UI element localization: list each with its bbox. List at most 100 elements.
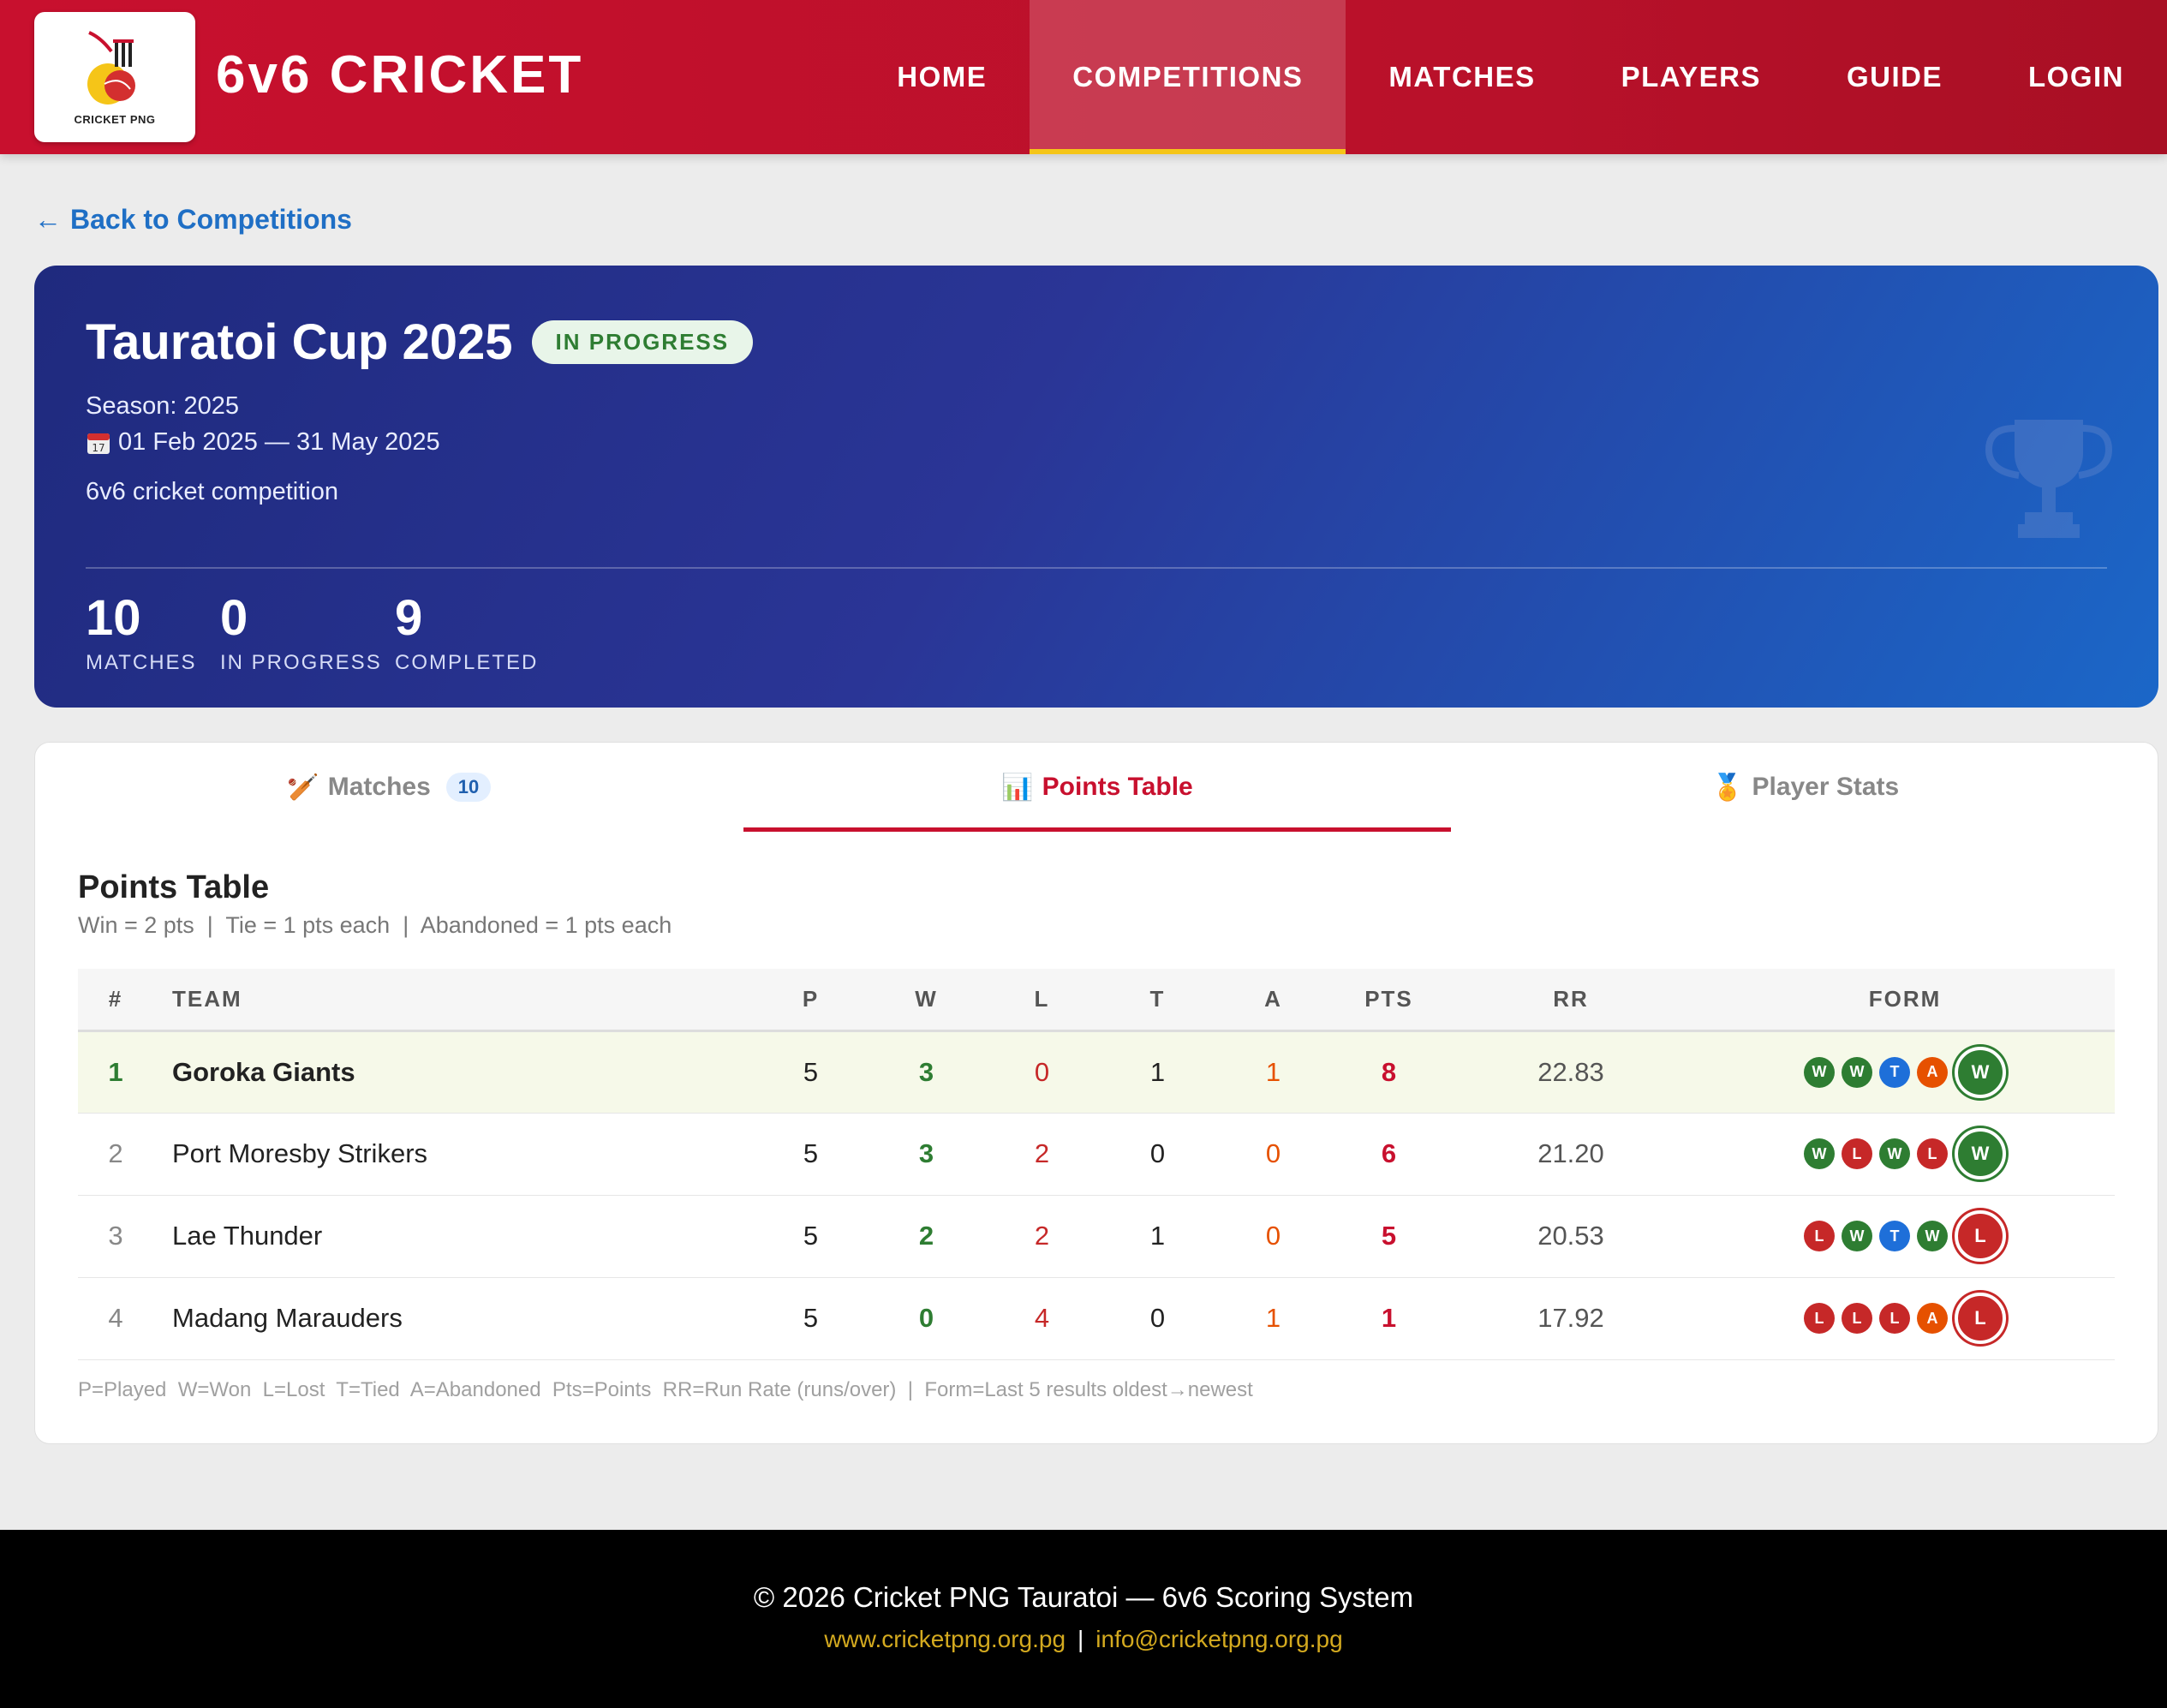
hero-title-row: Tauratoi Cup 2025 IN PROGRESS: [86, 314, 754, 371]
team-rank: 3: [78, 1195, 153, 1278]
result-badge: W: [1842, 1221, 1872, 1251]
points-cell: 5: [1331, 1195, 1447, 1278]
nav-players[interactable]: PLAYERS: [1579, 0, 1804, 154]
nav-guide[interactable]: GUIDE: [1804, 0, 1985, 154]
col-won: W: [869, 969, 984, 1032]
cricket-png-logo[interactable]: CRICKET PNG: [34, 12, 195, 142]
website-link[interactable]: www.cricketpng.org.pg: [824, 1626, 1066, 1652]
stat-label: COMPLETED: [395, 650, 539, 674]
nav-matches[interactable]: MATCHES: [1346, 0, 1578, 154]
tab-matches[interactable]: 🏏 Matches 10: [35, 743, 743, 832]
team-rank: 1: [78, 1030, 153, 1114]
col-abandoned: A: [1215, 969, 1331, 1032]
stat-value: 10: [86, 590, 141, 646]
tab-label: Points Table: [1042, 773, 1193, 801]
footer-separator: |: [1078, 1626, 1084, 1652]
competition-dates-text: 01 Feb 2025 — 31 May 2025: [118, 428, 440, 456]
team-rank: 4: [78, 1277, 153, 1360]
latest-result-badge: L: [1955, 1210, 2006, 1262]
lost-cell: 0: [984, 1030, 1100, 1114]
result-badge: T: [1879, 1056, 1910, 1088]
competition-detail-card: 🏏 Matches 10 📊 Points Table 🏅 Player Sta…: [34, 742, 2158, 1444]
abandoned-cell: 1: [1215, 1277, 1331, 1360]
form-badges: WWTAW: [1804, 1046, 2006, 1098]
email-link[interactable]: info@cricketpng.org.pg: [1095, 1626, 1342, 1652]
result-badge: L: [1842, 1303, 1872, 1334]
won-cell: 3: [869, 1030, 984, 1114]
back-link-label: Back to Competitions: [70, 204, 352, 235]
result-badge: L: [1804, 1303, 1835, 1334]
col-rank: #: [78, 969, 153, 1032]
tab-bar: 🏏 Matches 10 📊 Points Table 🏅 Player Sta…: [35, 743, 2159, 832]
form-badges: WLWLW: [1804, 1128, 2006, 1179]
brand-title[interactable]: 6v6 CRICKET: [216, 45, 583, 105]
logo-emblem-icon: [87, 31, 135, 105]
abandoned-cell: 1: [1215, 1030, 1331, 1114]
medal-icon: 🏅: [1711, 773, 1744, 802]
result-badge: W: [1879, 1138, 1910, 1169]
competition-season: Season: 2025: [86, 392, 239, 420]
nav-home[interactable]: HOME: [854, 0, 1030, 154]
back-to-competitions-link[interactable]: ← Back to Competitions: [34, 204, 352, 236]
table-row[interactable]: 1 Goroka Giants 5 3 0 1 1 8 22.83 W W T A W: [78, 1030, 2115, 1114]
logo-caption: CRICKET PNG: [74, 113, 156, 126]
table-row[interactable]: 4 Madang Marauders 5 0 4 0 1 1 17.92 L L L A L: [78, 1277, 2115, 1360]
result-badge: L: [1804, 1221, 1835, 1251]
played-cell: 5: [753, 1030, 869, 1114]
won-cell: 0: [869, 1277, 984, 1360]
played-cell: 5: [753, 1113, 869, 1196]
tied-cell: 0: [1100, 1277, 1215, 1360]
points-cell: 6: [1331, 1113, 1447, 1196]
calendar-icon: 17: [87, 433, 110, 454]
competition-dates: 17 01 Feb 2025 — 31 May 2025: [86, 428, 440, 457]
team-name: Goroka Giants: [153, 1030, 753, 1114]
points-table-legend: P=Played W=Won L=Lost T=Tied A=Abandoned…: [78, 1378, 1253, 1401]
latest-result-badge: W: [1955, 1046, 2006, 1098]
bar-chart-icon: 📊: [1001, 773, 1034, 802]
result-badge: W: [1804, 1056, 1835, 1088]
tab-label: Player Stats: [1752, 773, 1900, 801]
lost-cell: 4: [984, 1277, 1100, 1360]
result-badge: A: [1917, 1303, 1948, 1334]
run-rate-cell: 21.20: [1447, 1113, 1695, 1196]
col-team: TEAM: [153, 969, 753, 1032]
table-row[interactable]: 2 Port Moresby Strikers 5 3 2 0 0 6 21.20 W L W L W: [78, 1113, 2115, 1196]
abandoned-cell: 0: [1215, 1113, 1331, 1196]
col-lost: L: [984, 969, 1100, 1032]
won-cell: 3: [869, 1113, 984, 1196]
points-table-subtitle: Win = 2 pts | Tie = 1 pts each | Abandon…: [78, 912, 672, 938]
stat-value: 9: [395, 590, 423, 646]
tab-points-table[interactable]: 📊 Points Table: [743, 743, 1452, 832]
arrow-left-icon: ←: [34, 204, 62, 235]
points-cell: 8: [1331, 1030, 1447, 1114]
top-header: CRICKET PNG 6v6 CRICKET HOME COMPETITION…: [0, 0, 2167, 154]
form-cell: LWTWL: [1695, 1195, 2115, 1278]
main-nav: HOME COMPETITIONS MATCHES PLAYERS GUIDE …: [854, 0, 2167, 154]
stat-label: MATCHES: [86, 650, 197, 674]
run-rate-cell: 22.83: [1447, 1030, 1695, 1114]
form-badges: LLLAL: [1804, 1293, 2006, 1344]
result-badge: A: [1917, 1056, 1948, 1088]
footer-links: www.cricketpng.org.pg | info@cricketpng.or…: [0, 1626, 2167, 1653]
tab-player-stats[interactable]: 🏅 Player Stats: [1451, 743, 2159, 832]
result-badge: W: [1842, 1056, 1872, 1088]
col-points: PTS: [1331, 969, 1447, 1032]
abandoned-cell: 0: [1215, 1195, 1331, 1278]
table-row[interactable]: 3 Lae Thunder 5 2 2 1 0 5 20.53 L W T W L: [78, 1195, 2115, 1278]
tab-label: Matches: [327, 773, 431, 801]
points-table-title: Points Table: [78, 869, 270, 905]
team-name: Madang Marauders: [153, 1277, 753, 1360]
nav-competitions[interactable]: COMPETITIONS: [1030, 0, 1346, 154]
form-cell: WLWLW: [1695, 1113, 2115, 1196]
latest-result-badge: W: [1955, 1128, 2006, 1179]
trophy-icon: [1985, 420, 2113, 538]
stat-completed: 9 COMPLETED: [395, 591, 538, 675]
competition-description: 6v6 cricket competition: [86, 478, 338, 505]
played-cell: 5: [753, 1277, 869, 1360]
competition-hero: Tauratoi Cup 2025 IN PROGRESS Season: 20…: [34, 266, 2158, 708]
tab-count-badge: 10: [445, 773, 492, 802]
site-footer: © 2026 Cricket PNG Tauratoi — 6v6 Scorin…: [0, 1530, 2167, 1708]
nav-login[interactable]: LOGIN: [1985, 0, 2167, 154]
played-cell: 5: [753, 1195, 869, 1278]
stat-matches: 10 MATCHES: [86, 591, 197, 675]
